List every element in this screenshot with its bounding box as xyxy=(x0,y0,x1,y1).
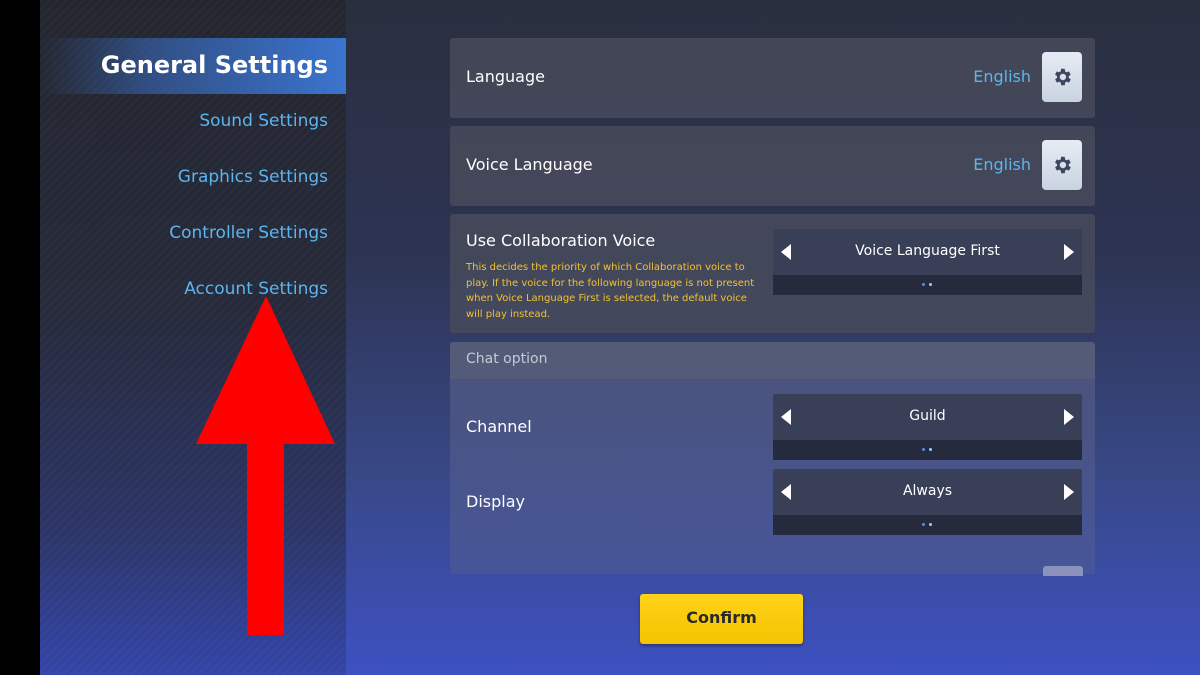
channel-label: Channel xyxy=(466,417,532,436)
channel-value: Guild xyxy=(909,408,946,424)
sidebar-item-label: Graphics Settings xyxy=(177,167,328,187)
collaboration-voice-label: Use Collaboration Voice xyxy=(466,231,656,250)
sidebar-item-label: General Settings xyxy=(100,51,328,79)
channel-selector[interactable]: Guild xyxy=(773,394,1082,462)
next-option-arrow-icon[interactable] xyxy=(1064,409,1074,425)
previous-option-arrow-icon[interactable] xyxy=(781,409,791,425)
frame-edge xyxy=(0,0,40,675)
page-dot-active xyxy=(929,523,932,526)
page-dot-active xyxy=(929,283,932,286)
sidebar-item-general-settings[interactable]: General Settings xyxy=(40,38,346,94)
sidebar-item-controller-settings[interactable]: Controller Settings xyxy=(40,216,346,250)
page-dot xyxy=(922,523,925,526)
gear-icon xyxy=(1055,68,1071,86)
language-value: English xyxy=(973,67,1031,86)
page-dot xyxy=(922,448,925,451)
collaboration-voice-description: This decides the priority of which Colla… xyxy=(466,262,755,320)
voice-language-gear-button[interactable] xyxy=(1042,140,1082,190)
language-row: Language English xyxy=(450,38,1095,118)
page-dots xyxy=(921,448,935,452)
previous-option-arrow-icon[interactable] xyxy=(781,244,791,260)
page-dot xyxy=(922,283,925,286)
voice-language-label: Voice Language xyxy=(466,155,593,174)
gear-icon xyxy=(1055,156,1071,174)
collaboration-voice-row: Use Collaboration Voice This decides the… xyxy=(450,214,1095,333)
collaboration-voice-value: Voice Language First xyxy=(855,243,1000,259)
collaboration-voice-selector[interactable]: Voice Language First xyxy=(773,229,1082,297)
voice-language-row: Voice Language English xyxy=(450,126,1095,206)
previous-option-arrow-icon[interactable] xyxy=(781,484,791,500)
language-gear-button[interactable] xyxy=(1042,52,1082,102)
display-value: Always xyxy=(902,483,953,499)
sidebar-item-graphics-settings[interactable]: Graphics Settings xyxy=(40,160,346,194)
language-label: Language xyxy=(466,67,545,86)
page-dots xyxy=(921,523,935,527)
display-label: Display xyxy=(466,492,525,511)
next-option-arrow-icon[interactable] xyxy=(1064,484,1074,500)
sidebar-item-label: Controller Settings xyxy=(169,223,328,243)
page-dots xyxy=(921,283,935,287)
next-option-arrow-icon[interactable] xyxy=(1064,244,1074,260)
sidebar-item-sound-settings[interactable]: Sound Settings xyxy=(40,104,346,138)
chat-option-body: Channel Guild Display Always xyxy=(450,379,1095,574)
sidebar-item-label: Sound Settings xyxy=(199,111,328,131)
page-dot-active xyxy=(929,448,932,451)
confirm-button[interactable]: Confirm xyxy=(640,594,803,644)
red-up-arrow-annotation xyxy=(196,296,335,635)
voice-language-value: English xyxy=(973,155,1031,174)
display-selector[interactable]: Always xyxy=(773,469,1082,537)
